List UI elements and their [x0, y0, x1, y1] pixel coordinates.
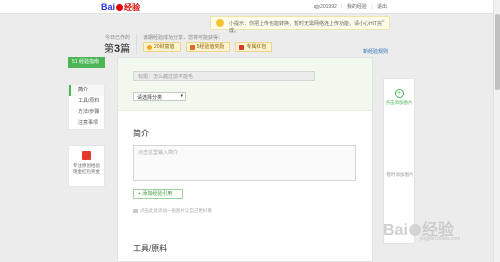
today-count: 第3篇 — [104, 40, 130, 55]
camera-icon — [133, 209, 138, 213]
lightbulb-icon — [216, 19, 224, 27]
scrollbar[interactable] — [493, 0, 500, 262]
username-link[interactable]: qjy201992 — [314, 4, 337, 10]
rules-link[interactable]: 新经验规则 — [363, 48, 388, 55]
reward-label: 专属红包 — [246, 44, 267, 50]
promo-banner[interactable]: 专注原创经验 现金红包奖金 — [68, 145, 105, 187]
notice-text: 小提示：你把上传也能转换，暂时无需网络连上传功能，请小心HIT完成。 — [229, 21, 383, 34]
count-prefix: 第 — [104, 44, 114, 55]
close-icon[interactable]: × — [381, 19, 385, 25]
tools-heading: 工具/原料 — [133, 244, 168, 253]
divider: | — [371, 4, 373, 10]
user-links: qjy201992 | 我的经验 | 退出 — [311, 3, 387, 10]
reward-pills: 20财富值 5经验值奖励 专属红包 — [143, 42, 273, 52]
sidebar-header: 51 经验指南 — [68, 57, 105, 68]
add-image-icon[interactable]: + — [394, 89, 404, 98]
watermark-url: jingyan.baidu.com — [420, 236, 461, 242]
logo-text: Bai — [101, 2, 116, 12]
reward-wealth: 20财富值 — [143, 42, 181, 52]
chevron-down-icon: ▾ — [180, 93, 183, 99]
promo-line: 现金红包奖金 — [73, 169, 100, 174]
category-value: 请选择分类 — [137, 95, 163, 101]
baidu-jingyan-logo[interactable]: Bai 经验 — [101, 2, 140, 13]
intro-heading: 简介 — [133, 129, 149, 138]
divider — [136, 34, 137, 54]
watermark-text: Bai — [383, 222, 408, 239]
right-panel-tip: 暂时添加图片 — [386, 172, 414, 177]
editor-panel: 标题：怎么越过前不能毛 请选择分类 ▾ 简介 点击这里输入简介 + 添加经验引用… — [117, 57, 373, 262]
upload-hint[interactable]: 点击此处添加一张图片让自己更好看 — [133, 208, 212, 214]
reward-redpacket: 专属红包 — [235, 42, 273, 52]
reward-label: 5经验值奖励 — [196, 44, 225, 50]
paw-icon — [408, 224, 421, 236]
paw-icon — [116, 4, 124, 11]
upload-hint-text: 点击此处添加一张图片让自己更好看 — [140, 208, 212, 213]
scrollbar-thumb[interactable] — [495, 14, 500, 90]
sidebar-item-intro[interactable]: 简介 — [69, 85, 104, 96]
divider: | — [341, 4, 343, 10]
gift-icon — [82, 151, 91, 160]
reward-exp: 5经验值奖励 — [185, 42, 231, 52]
sidebar-nav: 简介 工具/原料 方法/步骤 注意事项 — [68, 85, 105, 130]
add-image-label[interactable]: 点击添加图片 — [384, 100, 414, 106]
sidebar-item-notes[interactable]: 注意事项 — [69, 118, 104, 129]
my-exp-link[interactable]: 我的经验 — [347, 4, 367, 10]
sidebar-item-tools[interactable]: 工具/原料 — [69, 96, 104, 107]
tip-notice: 小提示：你把上传也能转换，暂时无需网络连上传功能，请小心HIT完成。 × — [210, 16, 390, 34]
badge-icon — [189, 44, 195, 50]
gift-icon — [239, 44, 245, 50]
coin-icon — [147, 44, 152, 50]
sidebar: 51 经验指南 简介 工具/原料 方法/步骤 注意事项 — [68, 57, 105, 130]
reward-label: 20财富值 — [154, 44, 175, 50]
logout-link[interactable]: 退出 — [377, 4, 387, 10]
count-suffix: 篇 — [120, 44, 131, 55]
add-reference-button[interactable]: + 添加经验引用 — [133, 189, 183, 199]
title-input[interactable]: 标题：怎么越过前不能毛 — [133, 71, 315, 81]
top-bar: Bai 经验 qjy201992 | 我的经验 | 退出 — [0, 0, 500, 14]
category-select[interactable]: 请选择分类 ▾ — [133, 92, 186, 101]
logo-subtext: 经验 — [124, 3, 141, 12]
intro-textarea[interactable]: 点击这里输入简介 — [133, 145, 356, 181]
title-section: 标题：怎么越过前不能毛 请选择分类 ▾ — [118, 58, 372, 111]
sidebar-item-steps[interactable]: 方法/步骤 — [69, 107, 104, 118]
reward-title: 该期经验成功分享，您将可能获得： — [143, 35, 224, 41]
